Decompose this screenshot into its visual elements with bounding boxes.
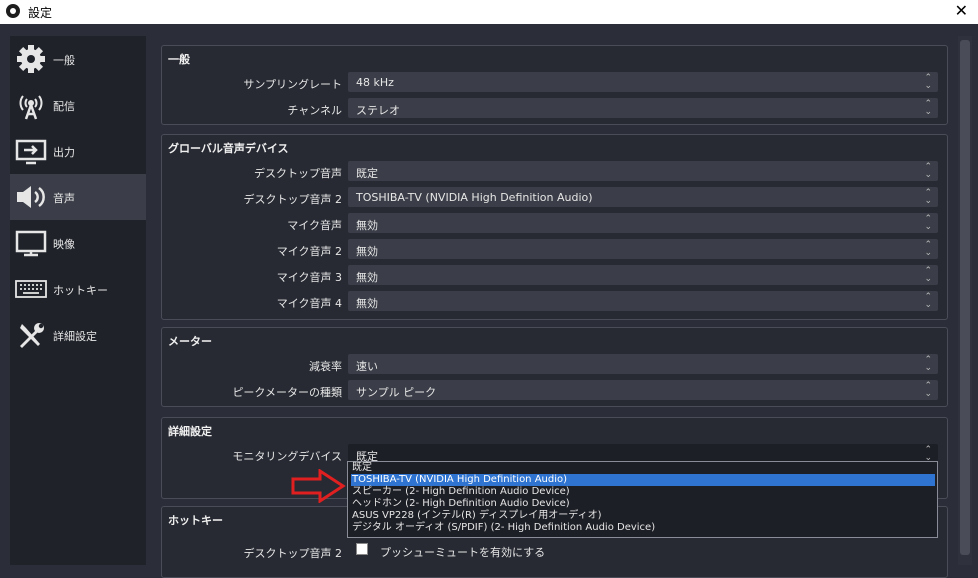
group-title: メーター: [168, 335, 212, 348]
select-value: 48 kHz: [356, 76, 394, 89]
chevron-updown-icon: ⌃ ⌄: [924, 445, 932, 463]
dropdown-option[interactable]: ASUS VP228 (インテル(R) ディスプレイ用オーディオ): [351, 510, 935, 522]
sample-rate-select[interactable]: 48 kHz ⌃ ⌄: [348, 72, 938, 92]
speaker-icon: [14, 182, 48, 212]
select-value: 無効: [356, 297, 378, 310]
select-value: 既定: [356, 167, 378, 180]
dropdown-option[interactable]: デジタル オーディオ (S/PDIF) (2- High Definition …: [351, 522, 935, 534]
keyboard-icon: [14, 274, 48, 304]
sidebar-item-hotkeys[interactable]: ホットキー: [10, 266, 146, 312]
desktop-audio-select[interactable]: 既定 ⌃ ⌄: [348, 161, 938, 181]
hotkey-desktop-audio-2-label: デスクトップ音声 2: [243, 547, 343, 560]
sidebar-item-video[interactable]: 映像: [10, 220, 146, 266]
select-value: 無効: [356, 271, 378, 284]
sidebar-item-general[interactable]: 一般: [10, 36, 146, 82]
tools-icon: [14, 320, 48, 350]
dropdown-option[interactable]: 既定: [351, 462, 935, 474]
decay-rate-label: 減衰率: [309, 360, 342, 373]
select-value: 無効: [356, 219, 378, 232]
mic-audio-label: マイク音声: [287, 219, 342, 232]
mic-audio-select[interactable]: 無効 ⌃ ⌄: [348, 213, 938, 233]
dropdown-option[interactable]: ヘッドホン (2- High Definition Audio Device): [351, 498, 935, 510]
sidebar-item-stream[interactable]: 配信: [10, 82, 146, 128]
mic-audio-3-select[interactable]: 無効 ⌃ ⌄: [348, 265, 938, 285]
chevron-updown-icon: ⌃ ⌄: [924, 162, 932, 180]
output-icon: [14, 136, 48, 166]
channels-label: チャンネル: [287, 104, 342, 117]
chevron-updown-icon: ⌃ ⌄: [924, 188, 932, 206]
sidebar-item-output[interactable]: 出力: [10, 128, 146, 174]
sidebar-item-label: 映像: [53, 238, 75, 251]
monitor-icon: [14, 228, 48, 258]
desktop-audio-label: デスクトップ音声: [254, 167, 342, 180]
select-value: ステレオ: [356, 104, 400, 117]
monitoring-device-label: モニタリングデバイス: [232, 450, 342, 463]
broadcast-icon: [14, 90, 48, 120]
select-value: サンプル ピーク: [356, 386, 437, 399]
group-title: ホットキー: [168, 514, 223, 527]
push-to-mute-checkbox[interactable]: [356, 543, 368, 555]
mic-audio-4-label: マイク音声 4: [276, 297, 342, 310]
desktop-audio-2-label: デスクトップ音声 2: [243, 193, 343, 206]
monitoring-device-dropdown: 既定 TOSHIBA-TV (NVIDIA High Definition Au…: [347, 461, 938, 538]
sidebar-item-label: 配信: [53, 100, 75, 113]
select-value: 速い: [356, 360, 378, 373]
chevron-updown-icon: ⌃ ⌄: [924, 214, 932, 232]
chevron-updown-icon: ⌃ ⌄: [924, 381, 932, 399]
dropdown-option-selected[interactable]: TOSHIBA-TV (NVIDIA High Definition Audio…: [351, 474, 935, 486]
settings-sidebar: 一般 配信 出力 音声 映像 ホットキー 詳細設定: [10, 36, 146, 565]
mic-audio-3-label: マイク音声 3: [276, 271, 342, 284]
vertical-scrollbar[interactable]: [958, 36, 972, 565]
peak-meter-type-select[interactable]: サンプル ピーク ⌃ ⌄: [348, 380, 938, 400]
sidebar-item-label: 一般: [53, 54, 75, 67]
chevron-updown-icon: ⌃ ⌄: [924, 292, 932, 310]
select-value: TOSHIBA-TV (NVIDIA High Definition Audio…: [356, 191, 593, 204]
group-general: 一般 サンプリングレート 48 kHz ⌃ ⌄ チャンネル ステレオ ⌃ ⌄: [161, 45, 948, 125]
group-title: 詳細設定: [168, 425, 212, 438]
sidebar-item-audio[interactable]: 音声: [10, 174, 146, 220]
chevron-updown-icon: ⌃ ⌄: [924, 73, 932, 91]
mic-audio-2-select[interactable]: 無効 ⌃ ⌄: [348, 239, 938, 259]
chevron-updown-icon: ⌃ ⌄: [924, 99, 932, 117]
dropdown-option[interactable]: スピーカー (2- High Definition Audio Device): [351, 486, 935, 498]
chevron-updown-icon: ⌃ ⌄: [924, 355, 932, 373]
sidebar-item-label: ホットキー: [53, 284, 108, 297]
sidebar-item-label: 出力: [53, 146, 75, 159]
title-bar: 設定 ✕: [0, 0, 978, 24]
desktop-audio-2-select[interactable]: TOSHIBA-TV (NVIDIA High Definition Audio…: [348, 187, 938, 207]
sidebar-item-label: 音声: [53, 192, 75, 205]
group-title: グローバル音声デバイス: [168, 142, 289, 155]
scrollbar-thumb[interactable]: [960, 40, 970, 555]
channels-select[interactable]: ステレオ ⌃ ⌄: [348, 98, 938, 118]
peak-meter-type-label: ピークメーターの種類: [232, 386, 342, 399]
mic-audio-2-label: マイク音声 2: [276, 245, 342, 258]
group-global-audio: グローバル音声デバイス デスクトップ音声 既定 ⌃ ⌄ デスクトップ音声 2 TO…: [161, 134, 948, 320]
group-meter: メーター 減衰率 速い ⌃ ⌄ ピークメーターの種類 サンプル ピーク ⌃ ⌄: [161, 327, 948, 407]
obs-logo-icon: [6, 4, 20, 18]
close-button[interactable]: ✕: [955, 1, 968, 20]
gear-icon: [14, 44, 48, 74]
mic-audio-4-select[interactable]: 無効 ⌃ ⌄: [348, 291, 938, 311]
group-title: 一般: [168, 53, 190, 66]
red-arrow-annotation: [291, 469, 346, 503]
sidebar-item-label: 詳細設定: [53, 330, 97, 343]
chevron-updown-icon: ⌃ ⌄: [924, 240, 932, 258]
push-to-mute-label: プッシューミュートを有効にする: [380, 546, 546, 559]
sample-rate-label: サンプリングレート: [243, 78, 342, 91]
sidebar-item-advanced[interactable]: 詳細設定: [10, 312, 146, 358]
decay-rate-select[interactable]: 速い ⌃ ⌄: [348, 354, 938, 374]
select-value: 無効: [356, 245, 378, 258]
window-title: 設定: [28, 6, 53, 20]
chevron-updown-icon: ⌃ ⌄: [924, 266, 932, 284]
